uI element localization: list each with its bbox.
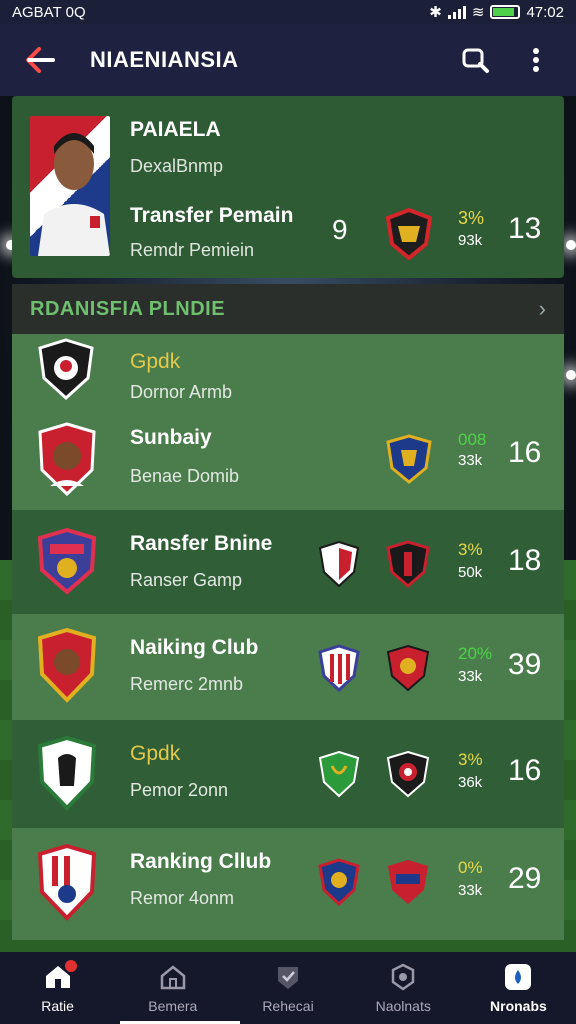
- club-crest-icon: [318, 750, 360, 803]
- bluetooth-icon: ✱: [429, 4, 442, 21]
- shield-check-icon: [273, 962, 303, 992]
- list-item-amount: 36k: [458, 774, 483, 791]
- more-options-button[interactable]: [516, 40, 556, 80]
- club-crest-icon: [36, 527, 98, 601]
- wifi-icon: ≋: [471, 4, 485, 21]
- nav-item-rehecai[interactable]: Rehecai: [230, 952, 345, 1024]
- player-name: PAIAELA: [130, 118, 221, 141]
- stadium-light: [566, 370, 576, 380]
- list-item-amount: 33k: [458, 452, 483, 469]
- status-bar: AGBAT 0Q ✱ ≋ 47:02: [0, 0, 576, 24]
- list-item-title: Ranking Cllub: [130, 850, 272, 873]
- list-item-score: 18: [508, 544, 542, 577]
- list-item[interactable]: Ransfer Bnine Ranser Gamp 3% 50k 18: [12, 510, 564, 614]
- featured-transfer-card[interactable]: PAIAELA DexalBnmp Transfer Pemain Remdr …: [12, 96, 564, 278]
- transfer-score: 13: [508, 212, 542, 245]
- nav-label: Nronabs: [490, 998, 547, 1014]
- club-crest-icon: [386, 434, 432, 489]
- back-button[interactable]: [20, 40, 60, 80]
- back-arrow-icon: [26, 47, 55, 73]
- status-time: 47:02: [526, 3, 564, 21]
- status-carrier: AGBAT 0Q: [12, 3, 86, 21]
- nav-label: Naolnats: [375, 998, 431, 1014]
- notification-dot: [64, 960, 77, 972]
- list-item-amount: 50k: [458, 564, 483, 581]
- building-icon: [158, 962, 188, 992]
- list-item-amount: 33k: [458, 668, 483, 685]
- list-item[interactable]: Sunbaiy Benae Domib 008 33k 16: [12, 412, 564, 510]
- club-crest-icon: [36, 338, 96, 405]
- list-item[interactable]: Naiking Club Remerc 2mnb 20% 33k 39: [12, 614, 564, 720]
- list-item-score: 39: [508, 648, 542, 681]
- list-item-percent: 20%: [458, 644, 493, 663]
- list-item-subtitle: Benae Domib: [130, 466, 240, 486]
- badge-icon: [388, 962, 418, 992]
- nav-label: Ratie: [41, 998, 74, 1014]
- club-crest-icon: [318, 858, 360, 911]
- club-crest-icon: [386, 644, 430, 697]
- chevron-right-icon: ›: [538, 296, 546, 321]
- section-title: RDANISFIA PLNDIE: [30, 297, 226, 320]
- nav-label: Rehecai: [262, 998, 314, 1014]
- nav-item-home[interactable]: Ratie: [0, 952, 115, 1024]
- list-item-subtitle: Remerc 2mnb: [130, 674, 244, 694]
- drop-icon: [503, 962, 533, 992]
- search-icon: [462, 48, 489, 73]
- list-item-score: 16: [508, 754, 542, 787]
- list-item[interactable]: Gpdk Dornor Armb: [12, 334, 564, 412]
- transfer-percent: 3%: [458, 208, 485, 228]
- club-crest-icon: [386, 858, 430, 911]
- page-title: NIAENIANSIA: [90, 47, 239, 72]
- transfer-count: 9: [332, 214, 348, 245]
- club-crest-icon: [318, 540, 360, 593]
- list-item-title: Sunbaiy: [130, 426, 212, 449]
- player-subtitle: DexalBnmp: [130, 156, 224, 176]
- home-icon: [43, 960, 77, 992]
- stadium-light: [566, 240, 576, 250]
- club-crest-icon: [385, 207, 433, 265]
- list-item-title: Ransfer Bnine: [130, 532, 273, 555]
- list-item-subtitle: Dornor Armb: [130, 382, 233, 402]
- list-item-percent: 008: [458, 430, 487, 449]
- list-item-title: Gpdk: [130, 350, 181, 373]
- club-crest-icon: [36, 627, 98, 709]
- list-item[interactable]: Gpdk Pemor 2onn 3% 36k 16: [12, 720, 564, 828]
- list-item-score: 16: [508, 436, 542, 469]
- list-item-title: Naiking Club: [130, 636, 259, 659]
- club-crest-icon: [318, 644, 360, 697]
- search-button[interactable]: [456, 40, 496, 80]
- club-crest-icon: [386, 540, 430, 593]
- list-item-percent: 0%: [458, 858, 483, 877]
- list-item-title: Gpdk: [130, 742, 181, 765]
- list-item-score: 29: [508, 862, 542, 895]
- battery-icon: [490, 5, 521, 19]
- club-crest-icon: [386, 750, 430, 803]
- list-item-subtitle: Ranser Gamp: [130, 570, 243, 590]
- nav-item-nronabs[interactable]: Nronabs: [461, 952, 576, 1024]
- transfer-amount: 93k: [458, 232, 483, 249]
- signal-icon: [447, 5, 466, 19]
- list-item-subtitle: Pemor 2onn: [130, 780, 229, 800]
- club-crest-icon: [36, 735, 98, 817]
- club-crest-icon: [36, 422, 98, 503]
- content: PAIAELA DexalBnmp Transfer Pemain Remdr …: [12, 96, 564, 940]
- section-header[interactable]: RDANISFIA PLNDIE ›: [12, 284, 564, 334]
- transfer-title: Transfer Pemain: [130, 204, 294, 227]
- list-item-percent: 3%: [458, 540, 483, 559]
- transfer-subtitle: Remdr Pemiein: [130, 240, 255, 260]
- more-vert-icon: [533, 48, 539, 72]
- list-item-percent: 3%: [458, 750, 483, 769]
- bottom-navigation: Ratie Bemera Rehecai Naolnats Nronabs: [0, 952, 576, 1024]
- nav-item-bemera[interactable]: Bemera: [115, 952, 230, 1024]
- list-item[interactable]: Ranking Cllub Remor 4onm 0% 33k 29: [12, 828, 564, 940]
- club-crest-icon: [36, 843, 98, 927]
- nav-item-naolnats[interactable]: Naolnats: [346, 952, 461, 1024]
- list-item-amount: 33k: [458, 882, 483, 899]
- player-photo: [30, 116, 110, 256]
- list-item-subtitle: Remor 4onm: [130, 888, 235, 908]
- nav-label: Bemera: [148, 998, 198, 1014]
- app-bar: NIAENIANSIA: [0, 24, 576, 96]
